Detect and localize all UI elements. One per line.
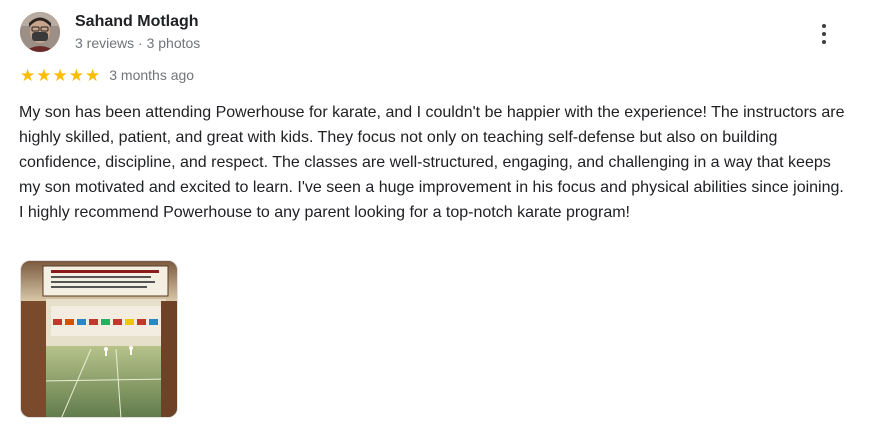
star-icon: ★: [85, 65, 101, 85]
star-icon: ★: [68, 65, 84, 85]
dojo-interior-photo-icon: [21, 261, 177, 417]
reviewer-stats: 3 reviews · 3 photos: [75, 35, 201, 51]
star-icon: ★: [52, 65, 68, 85]
review-text: My son has been attending Powerhouse for…: [19, 104, 845, 221]
star-icon: ★: [36, 65, 52, 85]
rating-row: ★ ★ ★ ★ ★ 3 months ago: [20, 66, 194, 84]
reviewer-name[interactable]: Sahand Motlagh: [75, 13, 199, 31]
star-icon: ★: [20, 65, 36, 85]
more-options-button[interactable]: [812, 20, 836, 48]
reviewer-avatar[interactable]: [20, 12, 60, 52]
profile-photo-icon: [20, 12, 60, 52]
review-date: 3 months ago: [109, 67, 195, 83]
review-photo[interactable]: [20, 260, 178, 418]
